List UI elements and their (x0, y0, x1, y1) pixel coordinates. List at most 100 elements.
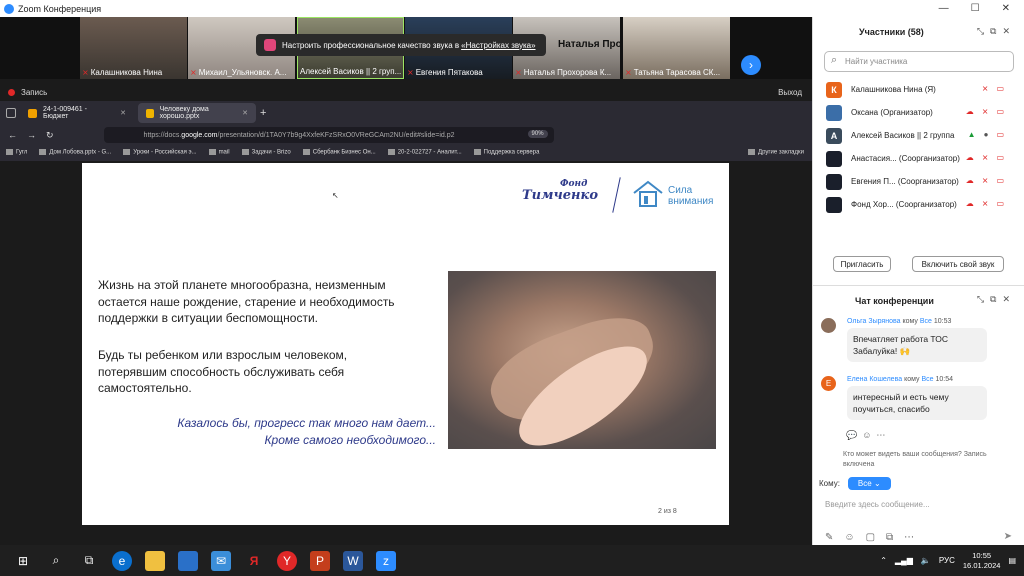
bookmark-item[interactable]: mail (209, 149, 230, 155)
chat-input[interactable]: Введите здесь сообщение... (825, 500, 930, 509)
slide-page-counter: 2 из 8 (658, 508, 677, 515)
tab-close-icon[interactable]: ✕ (242, 109, 248, 117)
status-icons: ⨯ ▭ (982, 84, 1004, 93)
clock[interactable]: 10:55 16.01.2024 (963, 551, 1001, 571)
avatar: К (826, 81, 842, 98)
avatar: Е (821, 376, 836, 391)
windows-taskbar: ⊞ ⌕ ⧉ e ✉ Я Y P W z ⌃ ▂▄▆ 🔈 РУС 10:55 16… (0, 545, 1024, 576)
url-domain: google.com (181, 131, 218, 139)
new-tab-plus-icon[interactable]: + (260, 107, 266, 119)
language-indicator[interactable]: РУС (939, 556, 955, 565)
yandex-browser-icon[interactable]: Y (277, 550, 297, 571)
tab-budget[interactable]: 24-1-009461 - Бюджет ✕ (20, 103, 134, 123)
zoom-taskbar-icon[interactable]: z (376, 550, 396, 571)
reload-icon[interactable]: ↻ (46, 130, 54, 141)
search-icon[interactable]: ⌕ (46, 551, 66, 571)
windows-start-icon[interactable]: ⊞ (13, 551, 33, 571)
close-button[interactable]: ✕ (1002, 3, 1010, 14)
message-meta: Ольга Зырянова кому Все 10:53 (821, 318, 1011, 325)
house-logo-icon (633, 180, 663, 207)
edge-browser-icon[interactable]: e (112, 550, 132, 571)
bookmark-item[interactable]: Гугл (6, 149, 27, 155)
bookmark-item[interactable]: Уроки - Российская э... (123, 149, 196, 155)
fund-logo: Фонд Тимченко (522, 178, 598, 202)
video-tile[interactable]: ⨯ Калашникова Нина (80, 17, 187, 79)
participant-search-input[interactable]: Найти участника (824, 51, 1014, 72)
participant-row[interactable]: К Калашникова Нина (Я) ⨯ ▭ (813, 78, 1024, 101)
message-time: 10:54 (935, 376, 953, 383)
notifications-icon[interactable]: ▤ (1008, 556, 1016, 565)
window-titlebar: Zoom Конференция (0, 0, 812, 17)
yandex-icon[interactable]: Я (244, 551, 264, 571)
video-off-icon: ▭ (996, 176, 1004, 185)
zoom-level-badge[interactable]: 90% (527, 130, 548, 138)
logo-main-text: Тимченко (522, 188, 598, 203)
network-icon[interactable]: ▂▄▆ (895, 556, 913, 565)
unmute-button[interactable]: Включить свой звук (912, 256, 1004, 272)
url-bar[interactable]: https://docs. google.com/presentation/d/1… (103, 127, 554, 143)
store-icon[interactable] (178, 550, 198, 571)
hands-photo (448, 271, 716, 449)
word-icon[interactable]: W (343, 550, 363, 571)
bookmark-item[interactable]: Поддержка сервера (474, 149, 540, 155)
file-explorer-icon[interactable] (145, 550, 165, 571)
bookmark-item[interactable]: Сбербанк Бизнес Он... (303, 149, 376, 155)
powerpoint-icon[interactable]: P (310, 550, 330, 571)
participant-row[interactable]: Оксана (Организатор) ☁ ⨯ ▭ (813, 101, 1024, 124)
minimize-button[interactable]: — (939, 3, 949, 14)
participant-row[interactable]: Фонд Хор... (Соорганизатор) ☁ ⨯ ▭ (813, 193, 1024, 216)
participant-row[interactable]: Евгения П... (Соорганизатор) ☁ ⨯ ▭ (813, 170, 1024, 193)
record-icon (8, 88, 15, 96)
window-title: Zoom Конференция (18, 3, 102, 14)
recipient-selector: Кому: Все ⌄ (819, 477, 891, 490)
bookmark-item[interactable]: Дом Лобова.pptx - G... (39, 149, 111, 155)
mail-icon[interactable]: ✉ (211, 550, 231, 571)
mic-off-icon: ⨯ (981, 199, 989, 208)
overlay-name: Наталья Прохо... (558, 39, 620, 50)
invite-button[interactable]: Пригласить (833, 256, 891, 272)
send-icon[interactable]: ➤ (1004, 531, 1012, 542)
reaction-icons[interactable]: 💬☺⋯ (846, 430, 890, 441)
recipient-dropdown[interactable]: Все ⌄ (847, 477, 891, 490)
chat-visibility-note[interactable]: Кто может видеть ваши сообщения? Запись … (829, 450, 1009, 470)
notification-text: Настроить профессиональное качество звук… (282, 40, 460, 50)
chat-message: Ольга Зырянова кому Все 10:53 Впечатляет… (821, 318, 1011, 362)
slide: ↖ Фонд Тимченко Сила внимания Жизнь на э… (82, 163, 729, 525)
bookmark-item[interactable]: Задачи - Brizo (242, 149, 291, 155)
audio-settings-notification[interactable]: Настроить профессиональное качество звук… (256, 34, 546, 56)
video-off-icon: ▭ (996, 130, 1004, 139)
maximize-button[interactable]: ☐ (971, 3, 980, 14)
video-off-icon: ▭ (996, 199, 1004, 208)
avatar (821, 318, 836, 333)
url-path: /presentation/d/1TA0Y7b9g4XxfeKFzSRxO0VR… (217, 131, 455, 139)
forward-arrow-icon[interactable]: → (27, 130, 36, 140)
video-tile[interactable]: ⨯ Татьяна Тарасова СК... (623, 17, 730, 79)
task-view-icon[interactable]: ⧉ (79, 551, 99, 571)
chat-toolbar[interactable]: ✎☺▢⧉⋯ (825, 532, 925, 543)
tab-list-icon[interactable] (6, 108, 16, 118)
tray-arrow-icon[interactable]: ⌃ (880, 556, 887, 565)
sender-name[interactable]: Ольга Зырянова (847, 318, 901, 325)
bookmarks-bar: Гугл Дом Лобова.pptx - G... Уроки - Росс… (0, 145, 812, 159)
tab-presentation[interactable]: Человеку дома хорошо.pptx ✕ (138, 103, 256, 123)
gallery-next-arrow-icon[interactable]: › (741, 55, 761, 75)
record-label: Запись (21, 87, 48, 97)
panel-controls[interactable]: ⤡⧉✕ (977, 26, 1016, 37)
audio-settings-link[interactable]: «Настройках звука» (461, 41, 535, 50)
participant-name: Анастасия... (Соорганизатор) (851, 154, 960, 163)
panel-controls[interactable]: ⤡⧉✕ (977, 294, 1016, 305)
status-icons: ☁ ⨯ ▭ (966, 153, 1004, 162)
back-arrow-icon[interactable]: ← (8, 130, 17, 140)
volume-icon[interactable]: 🔈 (921, 556, 931, 565)
participant-row[interactable]: А Алексей Васиков || 2 группа ▲ ● ▭ (813, 124, 1024, 147)
exit-button[interactable]: Выход (778, 88, 802, 97)
participant-name: Татьяна Тарасова СК... (633, 68, 721, 77)
participant-row[interactable]: Анастасия... (Соорганизатор) ☁ ⨯ ▭ (813, 147, 1024, 170)
sender-name[interactable]: Елена Кошелева (847, 376, 902, 383)
other-bookmarks[interactable]: Другие закладки (748, 149, 804, 155)
text-line: самостоятельно. (98, 381, 192, 395)
tab-close-icon[interactable]: ✕ (120, 109, 126, 117)
mic-off-icon: ⨯ (981, 84, 989, 93)
participant-name: Калашникова Нина (90, 68, 163, 77)
bookmark-item[interactable]: 20-2-022727 - Аналит... (388, 149, 462, 155)
